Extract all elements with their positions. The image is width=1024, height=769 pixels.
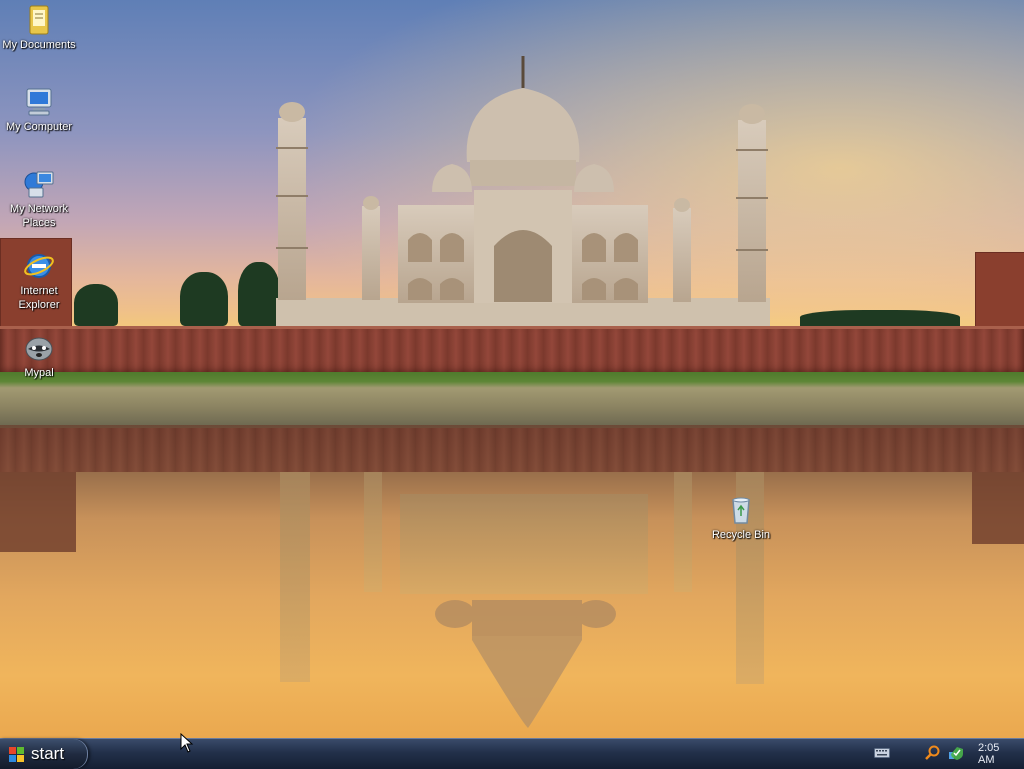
desktop-icon-label: Mypal <box>24 367 54 379</box>
taj-mahal-reflection <box>0 472 1024 728</box>
system-tray: 2:05 AM <box>874 739 1024 769</box>
start-label: start <box>31 744 65 763</box>
desktop[interactable]: My Documents My Computer My Network Plac… <box>0 0 1024 738</box>
desktop-icon-my-network-places[interactable]: My Network Places <box>0 168 78 230</box>
mypal-raccoon-icon <box>23 332 55 364</box>
desktop-icon-label: Recycle Bin <box>711 529 771 541</box>
network-shield-icon[interactable] <box>948 745 964 764</box>
internet-explorer-icon <box>23 250 55 282</box>
start-button[interactable]: start <box>0 739 88 769</box>
windows-logo-icon <box>8 746 25 763</box>
my-network-places-icon <box>23 168 55 200</box>
desktop-icon-my-documents[interactable]: My Documents <box>0 4 78 52</box>
desktop-icon-label: My Computer <box>5 121 73 133</box>
desktop-icon-mypal[interactable]: Mypal <box>0 332 78 380</box>
search-icon[interactable] <box>924 745 940 764</box>
taskbar: start 2:05 AM <box>0 738 1024 769</box>
recycle-bin-icon <box>725 494 757 526</box>
desktop-icon-label: Internet Explorer <box>18 285 60 311</box>
desktop-icon-recycle-bin[interactable]: Recycle Bin <box>702 494 780 542</box>
keyboard-icon[interactable] <box>874 747 890 762</box>
desktop-icon-my-computer[interactable]: My Computer <box>0 86 78 134</box>
my-documents-icon <box>23 4 55 36</box>
desktop-icon-label: My Network Places <box>9 203 69 229</box>
my-computer-icon <box>23 86 55 118</box>
desktop-icon-label: My Documents <box>2 39 76 51</box>
mouse-cursor-icon <box>180 732 194 757</box>
desktop-icon-internet-explorer[interactable]: Internet Explorer <box>0 250 78 312</box>
clock[interactable]: 2:05 AM <box>978 742 1010 766</box>
